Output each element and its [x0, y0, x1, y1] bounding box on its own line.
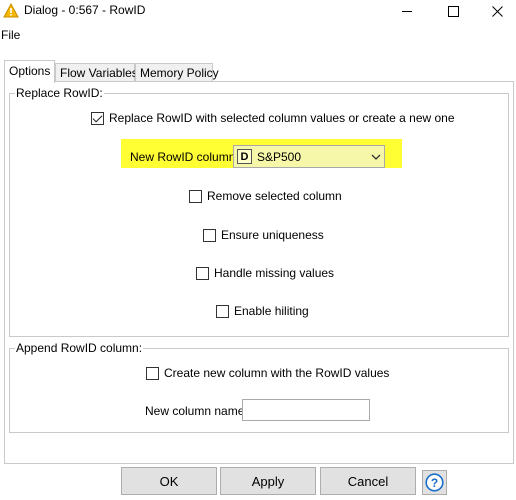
tab-memory-policy[interactable]: Memory Policy: [135, 63, 219, 82]
enable-hiliting-option[interactable]: Enable hiliting: [216, 304, 309, 318]
enable-hiliting-label: Enable hiliting: [234, 304, 309, 318]
tab-flow-variables[interactable]: Flow Variables: [55, 63, 138, 82]
remove-selected-column-label: Remove selected column: [207, 189, 342, 203]
window-title: Dialog - 0:567 - RowID: [24, 3, 146, 17]
tab-strip: Options Flow Variables Memory Policy: [4, 60, 512, 83]
create-new-column-checkbox[interactable]: [146, 366, 159, 380]
help-icon: ?: [425, 473, 444, 492]
new-rowid-column-value: S&P500: [257, 150, 302, 164]
svg-text:?: ?: [431, 476, 438, 490]
handle-missing-values-option[interactable]: Handle missing values: [196, 266, 334, 280]
title-bar: Dialog - 0:567 - RowID: [0, 0, 516, 22]
double-type-icon: D: [237, 149, 252, 164]
maximize-icon: [447, 5, 459, 17]
remove-selected-column-option[interactable]: Remove selected column: [189, 189, 342, 203]
create-new-column-label: Create new column with the RowID values: [164, 366, 390, 380]
menu-file[interactable]: File: [1, 28, 20, 42]
new-column-name-label: New column name:: [145, 404, 248, 418]
replace-rowid-group: Replace RowID:: [9, 86, 509, 337]
chevron-down-icon: [371, 154, 381, 160]
ensure-uniqueness-checkbox[interactable]: [203, 228, 216, 242]
minimize-icon: [401, 10, 412, 12]
create-new-column-option[interactable]: Create new column with the RowID values: [146, 366, 389, 380]
maximize-button[interactable]: [430, 0, 476, 22]
help-button[interactable]: ?: [422, 470, 447, 495]
replace-rowid-label: Replace RowID with selected column value…: [109, 111, 455, 125]
new-rowid-column-label: New RowID column:: [130, 150, 239, 164]
replace-rowid-checkbox[interactable]: [91, 111, 104, 125]
menu-bar: File: [0, 27, 516, 45]
ensure-uniqueness-label: Ensure uniqueness: [221, 228, 324, 242]
append-rowid-group-title: Append RowID column:: [15, 341, 144, 355]
warning-triangle-icon: [3, 3, 19, 18]
cancel-button[interactable]: Cancel: [320, 467, 416, 495]
replace-rowid-group-title: Replace RowID:: [15, 86, 104, 100]
apply-button[interactable]: Apply: [220, 467, 316, 495]
minimize-button[interactable]: [384, 0, 430, 22]
ensure-uniqueness-option[interactable]: Ensure uniqueness: [203, 228, 324, 242]
ok-button[interactable]: OK: [121, 467, 217, 495]
enable-hiliting-checkbox[interactable]: [216, 304, 229, 318]
close-icon: [491, 5, 503, 17]
new-column-name-input[interactable]: [242, 399, 370, 421]
handle-missing-values-label: Handle missing values: [214, 266, 335, 280]
handle-missing-values-checkbox[interactable]: [196, 266, 209, 280]
remove-selected-column-checkbox[interactable]: [189, 189, 202, 203]
replace-rowid-option[interactable]: Replace RowID with selected column value…: [91, 111, 455, 125]
close-button[interactable]: [474, 0, 516, 22]
tab-options[interactable]: Options: [4, 60, 55, 83]
new-rowid-column-select[interactable]: D S&P500: [233, 145, 385, 168]
